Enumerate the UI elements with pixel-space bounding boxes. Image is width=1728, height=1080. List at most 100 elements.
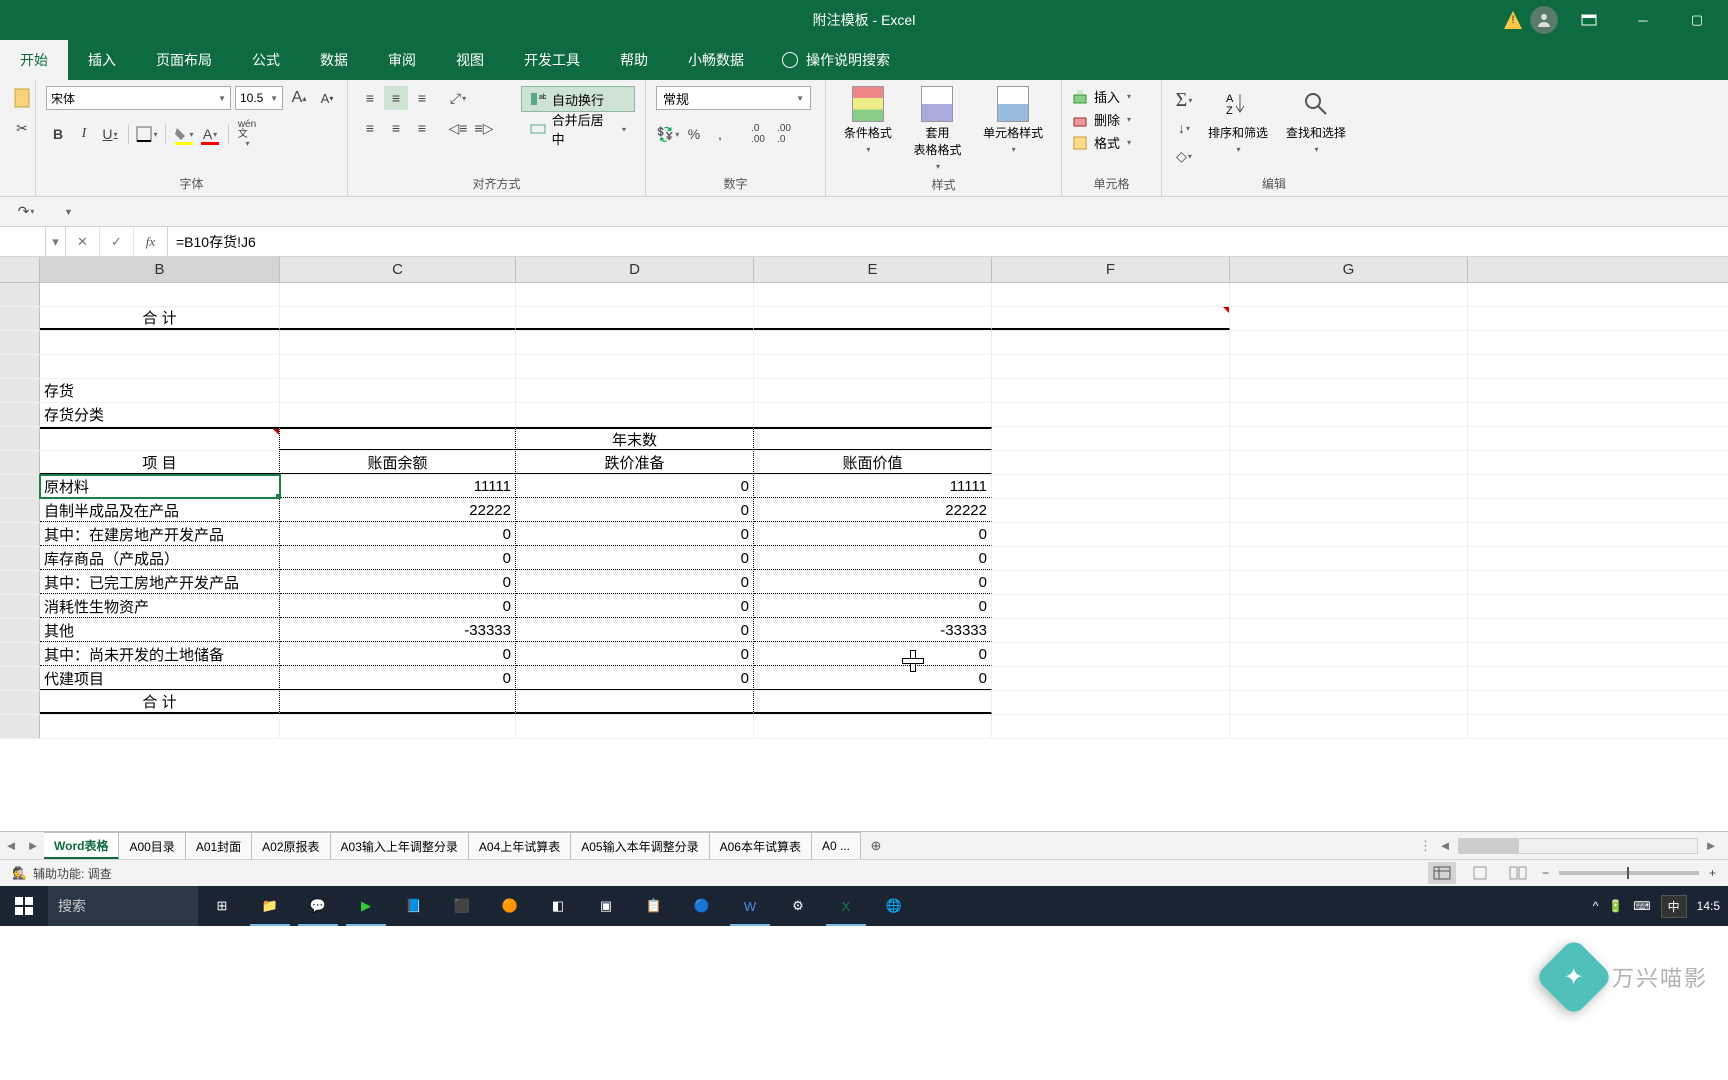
fill-icon[interactable]: ↓▾ xyxy=(1172,116,1196,140)
tell-me[interactable]: 操作说明搜索 xyxy=(782,40,890,80)
cell[interactable]: 跌价准备 xyxy=(516,451,754,474)
sheet-tab[interactable]: A0 ... xyxy=(812,832,861,859)
cell[interactable]: 账面价值 xyxy=(754,451,992,474)
maximize-button[interactable]: ▢ xyxy=(1674,0,1720,40)
minimize-button[interactable]: ─ xyxy=(1620,0,1666,40)
paste-icon[interactable] xyxy=(10,86,34,110)
accept-formula-icon[interactable]: ✓ xyxy=(100,227,134,256)
alert-icon[interactable]: ! xyxy=(1504,11,1522,29)
cell[interactable]: 合 计 xyxy=(40,691,280,714)
hscroll-right[interactable]: ► xyxy=(1700,838,1722,853)
hscroll-track[interactable] xyxy=(1458,838,1698,854)
italic-button[interactable]: I xyxy=(72,122,96,146)
cell[interactable]: 其中：已完工房地产开发产品 xyxy=(40,571,280,594)
cell[interactable]: 22222 xyxy=(280,499,516,522)
cell[interactable]: 0 xyxy=(280,643,516,666)
cell[interactable]: 0 xyxy=(754,547,992,570)
cell[interactable]: -33333 xyxy=(754,619,992,642)
ribbon-options-icon[interactable] xyxy=(1566,0,1612,40)
cell[interactable]: 0 xyxy=(516,643,754,666)
task-view-icon[interactable]: ⊞ xyxy=(198,886,246,926)
tab-view[interactable]: 视图 xyxy=(436,40,504,80)
worksheet-grid[interactable]: B C D E F G 合 计 存货 存货分类 年末数 项 目账面余额跌价准备账… xyxy=(0,257,1728,831)
fx-icon[interactable]: fx xyxy=(134,227,168,256)
col-header-g[interactable]: G xyxy=(1230,257,1468,282)
taskbar-app-icon[interactable]: ▶ xyxy=(342,886,390,926)
cell[interactable]: 存货 xyxy=(40,379,280,402)
name-box[interactable] xyxy=(0,227,46,256)
sheet-tab[interactable]: A04上年试算表 xyxy=(469,832,571,859)
cell[interactable]: 库存商品（产成品） xyxy=(40,547,280,570)
wrap-text-button[interactable]: ab自动换行 xyxy=(521,86,635,112)
keyboard-icon[interactable]: ⌨ xyxy=(1633,899,1650,913)
formula-input[interactable]: =B10存货!J6 xyxy=(168,227,1728,256)
sheet-tab[interactable]: A01封面 xyxy=(186,832,252,859)
font-name-select[interactable]: 宋体▼ xyxy=(46,86,231,110)
cell[interactable]: 11111 xyxy=(280,475,516,498)
cell[interactable]: 项 目 xyxy=(40,451,280,474)
view-page-break-icon[interactable] xyxy=(1504,862,1532,884)
autosum-icon[interactable]: Σ▾ xyxy=(1172,88,1196,112)
find-select-button[interactable]: 查找和选择▾ xyxy=(1280,86,1352,156)
hscroll-left[interactable]: ◄ xyxy=(1434,838,1456,853)
cell[interactable]: 其中：尚未开发的土地储备 xyxy=(40,643,280,666)
tray-chevron-icon[interactable]: ^ xyxy=(1593,899,1599,913)
zoom-slider[interactable] xyxy=(1559,871,1699,875)
col-header-e[interactable]: E xyxy=(754,257,992,282)
sort-filter-button[interactable]: AZ排序和筛选▾ xyxy=(1202,86,1274,156)
underline-button[interactable]: U▾ xyxy=(98,122,122,146)
comma-icon[interactable]: , xyxy=(708,122,732,146)
new-sheet-button[interactable]: ⊕ xyxy=(861,832,891,859)
qat-customize-icon[interactable]: ▼ xyxy=(56,200,80,224)
delete-cells-button[interactable]: 删除▾ xyxy=(1072,109,1131,130)
cell[interactable]: 年末数 xyxy=(516,427,754,450)
sheet-tab[interactable]: A03输入上年调整分录 xyxy=(331,832,469,859)
currency-icon[interactable]: 💱▾ xyxy=(656,122,680,146)
cell[interactable]: 0 xyxy=(754,667,992,690)
taskbar-chrome-icon[interactable]: 🌐 xyxy=(870,886,918,926)
cell[interactable]: 合 计 xyxy=(40,307,280,330)
zoom-in-button[interactable]: + xyxy=(1709,866,1716,880)
conditional-format-button[interactable]: 条件格式▾ xyxy=(838,86,898,156)
taskbar-app-icon[interactable]: ⬛ xyxy=(438,886,486,926)
cell[interactable]: 11111 xyxy=(754,475,992,498)
increase-font-icon[interactable]: A▴ xyxy=(287,86,311,110)
align-left-icon[interactable]: ≡ xyxy=(358,116,382,140)
tab-formulas[interactable]: 公式 xyxy=(232,40,300,80)
cell[interactable]: 其他 xyxy=(40,619,280,642)
cell[interactable]: 0 xyxy=(516,667,754,690)
bold-button[interactable]: B xyxy=(46,122,70,146)
font-size-select[interactable]: 10.5▼ xyxy=(235,86,283,110)
merge-center-button[interactable]: 合并后居中▾ xyxy=(521,116,635,142)
sheet-tab[interactable]: A00目录 xyxy=(119,832,185,859)
accessibility-text[interactable]: 辅助功能: 调查 xyxy=(33,865,112,882)
cell[interactable]: 账面余额 xyxy=(280,451,516,474)
cell[interactable]: 0 xyxy=(280,547,516,570)
taskbar-app-icon[interactable]: 📁 xyxy=(246,886,294,926)
align-right-icon[interactable]: ≡ xyxy=(410,116,434,140)
active-cell[interactable]: 原材料 xyxy=(40,475,280,498)
zoom-out-button[interactable]: − xyxy=(1542,866,1549,880)
fill-color-button[interactable]: ▾ xyxy=(172,122,196,146)
phonetic-button[interactable]: wén文▾ xyxy=(235,122,259,146)
sheet-tab[interactable]: A06本年试算表 xyxy=(710,832,812,859)
cell[interactable]: 0 xyxy=(516,523,754,546)
font-color-button[interactable]: A▾ xyxy=(198,122,222,146)
tab-data[interactable]: 数据 xyxy=(300,40,368,80)
cell[interactable]: 0 xyxy=(754,571,992,594)
insert-cells-button[interactable]: 插入▾ xyxy=(1072,86,1131,107)
taskbar-app-icon[interactable]: 📘 xyxy=(390,886,438,926)
cell[interactable]: 22222 xyxy=(754,499,992,522)
start-button[interactable] xyxy=(0,886,48,926)
cell[interactable]: -33333 xyxy=(280,619,516,642)
view-normal-icon[interactable] xyxy=(1428,862,1456,884)
sheet-tab[interactable]: A05输入本年调整分录 xyxy=(571,832,709,859)
number-format-select[interactable]: 常规▼ xyxy=(656,86,811,110)
increase-indent-icon[interactable]: ≡▷ xyxy=(472,116,496,140)
taskbar-app-icon[interactable]: ⚙ xyxy=(774,886,822,926)
percent-icon[interactable]: % xyxy=(682,122,706,146)
tab-addin[interactable]: 小畅数据 xyxy=(668,40,764,80)
cell[interactable]: 其中：在建房地产开发产品 xyxy=(40,523,280,546)
view-page-layout-icon[interactable] xyxy=(1466,862,1494,884)
cell[interactable]: 0 xyxy=(516,547,754,570)
